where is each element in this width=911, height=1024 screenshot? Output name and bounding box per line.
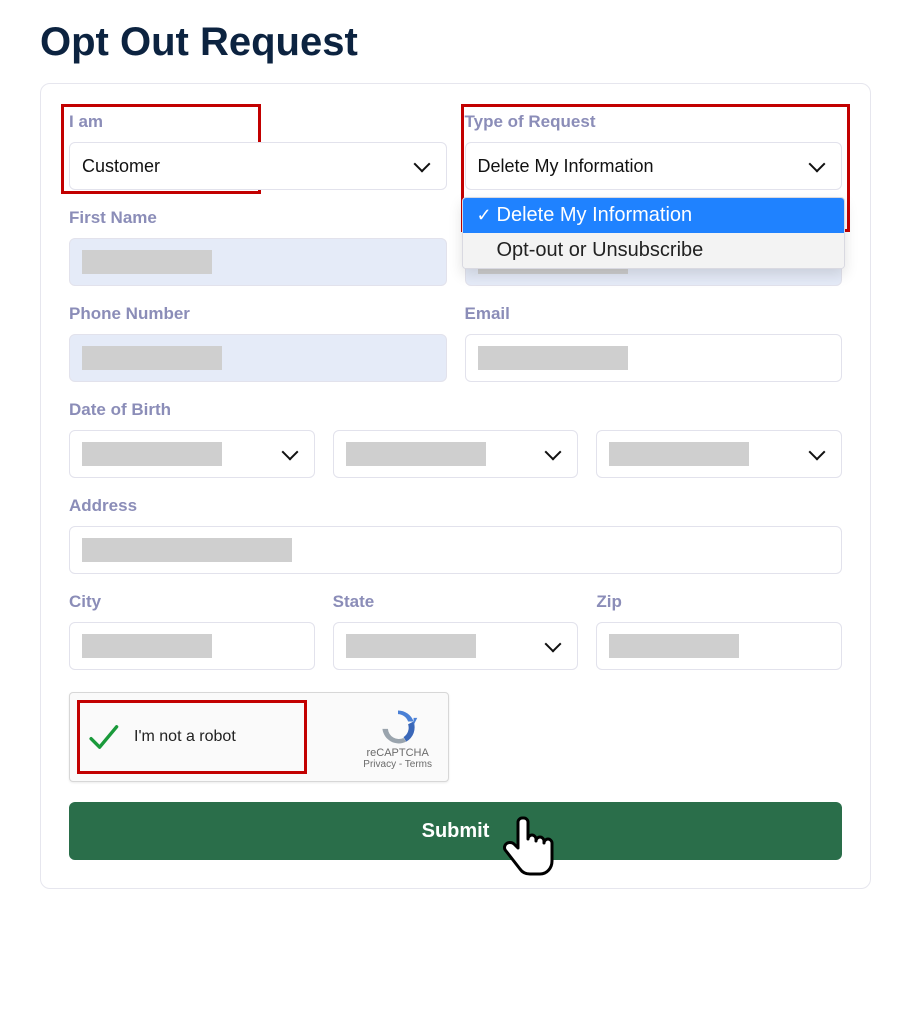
request-type-select[interactable]: Delete My Information ✓ Delete My Inform… bbox=[465, 142, 843, 190]
chevron-down-icon bbox=[545, 444, 562, 461]
email-input[interactable] bbox=[465, 334, 843, 382]
chevron-down-icon bbox=[413, 156, 430, 173]
dob-group: Date of Birth bbox=[69, 400, 842, 478]
city-group: City bbox=[69, 592, 315, 670]
label-iam: I am bbox=[69, 112, 447, 132]
address-input[interactable] bbox=[69, 526, 842, 574]
redacted-value bbox=[82, 634, 212, 658]
request-type-option-delete[interactable]: ✓ Delete My Information bbox=[463, 198, 845, 233]
label-city: City bbox=[69, 592, 315, 612]
label-state: State bbox=[333, 592, 579, 612]
label-request-type: Type of Request bbox=[465, 112, 843, 132]
chevron-down-icon bbox=[281, 444, 298, 461]
redacted-value bbox=[82, 442, 222, 466]
label-phone: Phone Number bbox=[69, 304, 447, 324]
redacted-value bbox=[82, 538, 292, 562]
zip-group: Zip bbox=[596, 592, 842, 670]
chevron-down-icon bbox=[809, 156, 826, 173]
phone-group: Phone Number bbox=[69, 304, 447, 382]
pointer-cursor-icon bbox=[502, 810, 558, 882]
redacted-value bbox=[346, 634, 476, 658]
checkmark-icon bbox=[86, 720, 120, 754]
captcha-container: I'm not a robot reCAPTCHA Privacy - Term… bbox=[69, 692, 449, 782]
address-group: Address bbox=[69, 496, 842, 574]
recaptcha-brand-text: reCAPTCHA bbox=[366, 747, 428, 759]
redacted-value bbox=[478, 346, 628, 370]
form-card: I am Customer Type of Request Delete My … bbox=[40, 83, 871, 889]
dob-year-select[interactable] bbox=[596, 430, 842, 478]
first-name-input[interactable] bbox=[69, 238, 447, 286]
recaptcha-privacy-terms[interactable]: Privacy - Terms bbox=[363, 759, 432, 770]
dob-day-select[interactable] bbox=[333, 430, 579, 478]
city-input[interactable] bbox=[69, 622, 315, 670]
iam-value: Customer bbox=[82, 156, 416, 177]
redacted-value bbox=[609, 634, 739, 658]
dob-month-select[interactable] bbox=[69, 430, 315, 478]
label-address: Address bbox=[69, 496, 842, 516]
check-icon: ✓ bbox=[477, 205, 495, 226]
redacted-value bbox=[82, 250, 212, 274]
state-select[interactable] bbox=[333, 622, 579, 670]
submit-button[interactable]: Submit bbox=[69, 802, 842, 860]
label-dob: Date of Birth bbox=[69, 400, 842, 420]
request-type-value: Delete My Information bbox=[478, 156, 812, 177]
captcha-label: I'm not a robot bbox=[134, 728, 363, 746]
first-name-group: First Name bbox=[69, 208, 447, 286]
label-email: Email bbox=[465, 304, 843, 324]
label-zip: Zip bbox=[596, 592, 842, 612]
recaptcha-brand: reCAPTCHA Privacy - Terms bbox=[363, 705, 432, 770]
submit-label: Submit bbox=[422, 820, 490, 843]
redacted-value bbox=[609, 442, 749, 466]
iam-group: I am Customer bbox=[69, 112, 447, 190]
zip-input[interactable] bbox=[596, 622, 842, 670]
email-group: Email bbox=[465, 304, 843, 382]
page-title: Opt Out Request bbox=[40, 20, 871, 65]
iam-select[interactable]: Customer bbox=[69, 142, 447, 190]
state-group: State bbox=[333, 592, 579, 670]
chevron-down-icon bbox=[545, 636, 562, 653]
phone-input[interactable] bbox=[69, 334, 447, 382]
label-first-name: First Name bbox=[69, 208, 447, 228]
request-type-group: Type of Request Delete My Information ✓ … bbox=[465, 112, 843, 190]
recaptcha-widget[interactable]: I'm not a robot reCAPTCHA Privacy - Term… bbox=[69, 692, 449, 782]
request-type-option-optout[interactable]: Opt-out or Unsubscribe bbox=[463, 233, 845, 268]
request-type-dropdown: ✓ Delete My Information Opt-out or Unsub… bbox=[462, 197, 846, 269]
option-label: Delete My Information bbox=[497, 204, 693, 227]
redacted-value bbox=[82, 346, 222, 370]
redacted-value bbox=[346, 442, 486, 466]
chevron-down-icon bbox=[809, 444, 826, 461]
option-label: Opt-out or Unsubscribe bbox=[497, 239, 704, 262]
recaptcha-icon bbox=[376, 705, 420, 749]
